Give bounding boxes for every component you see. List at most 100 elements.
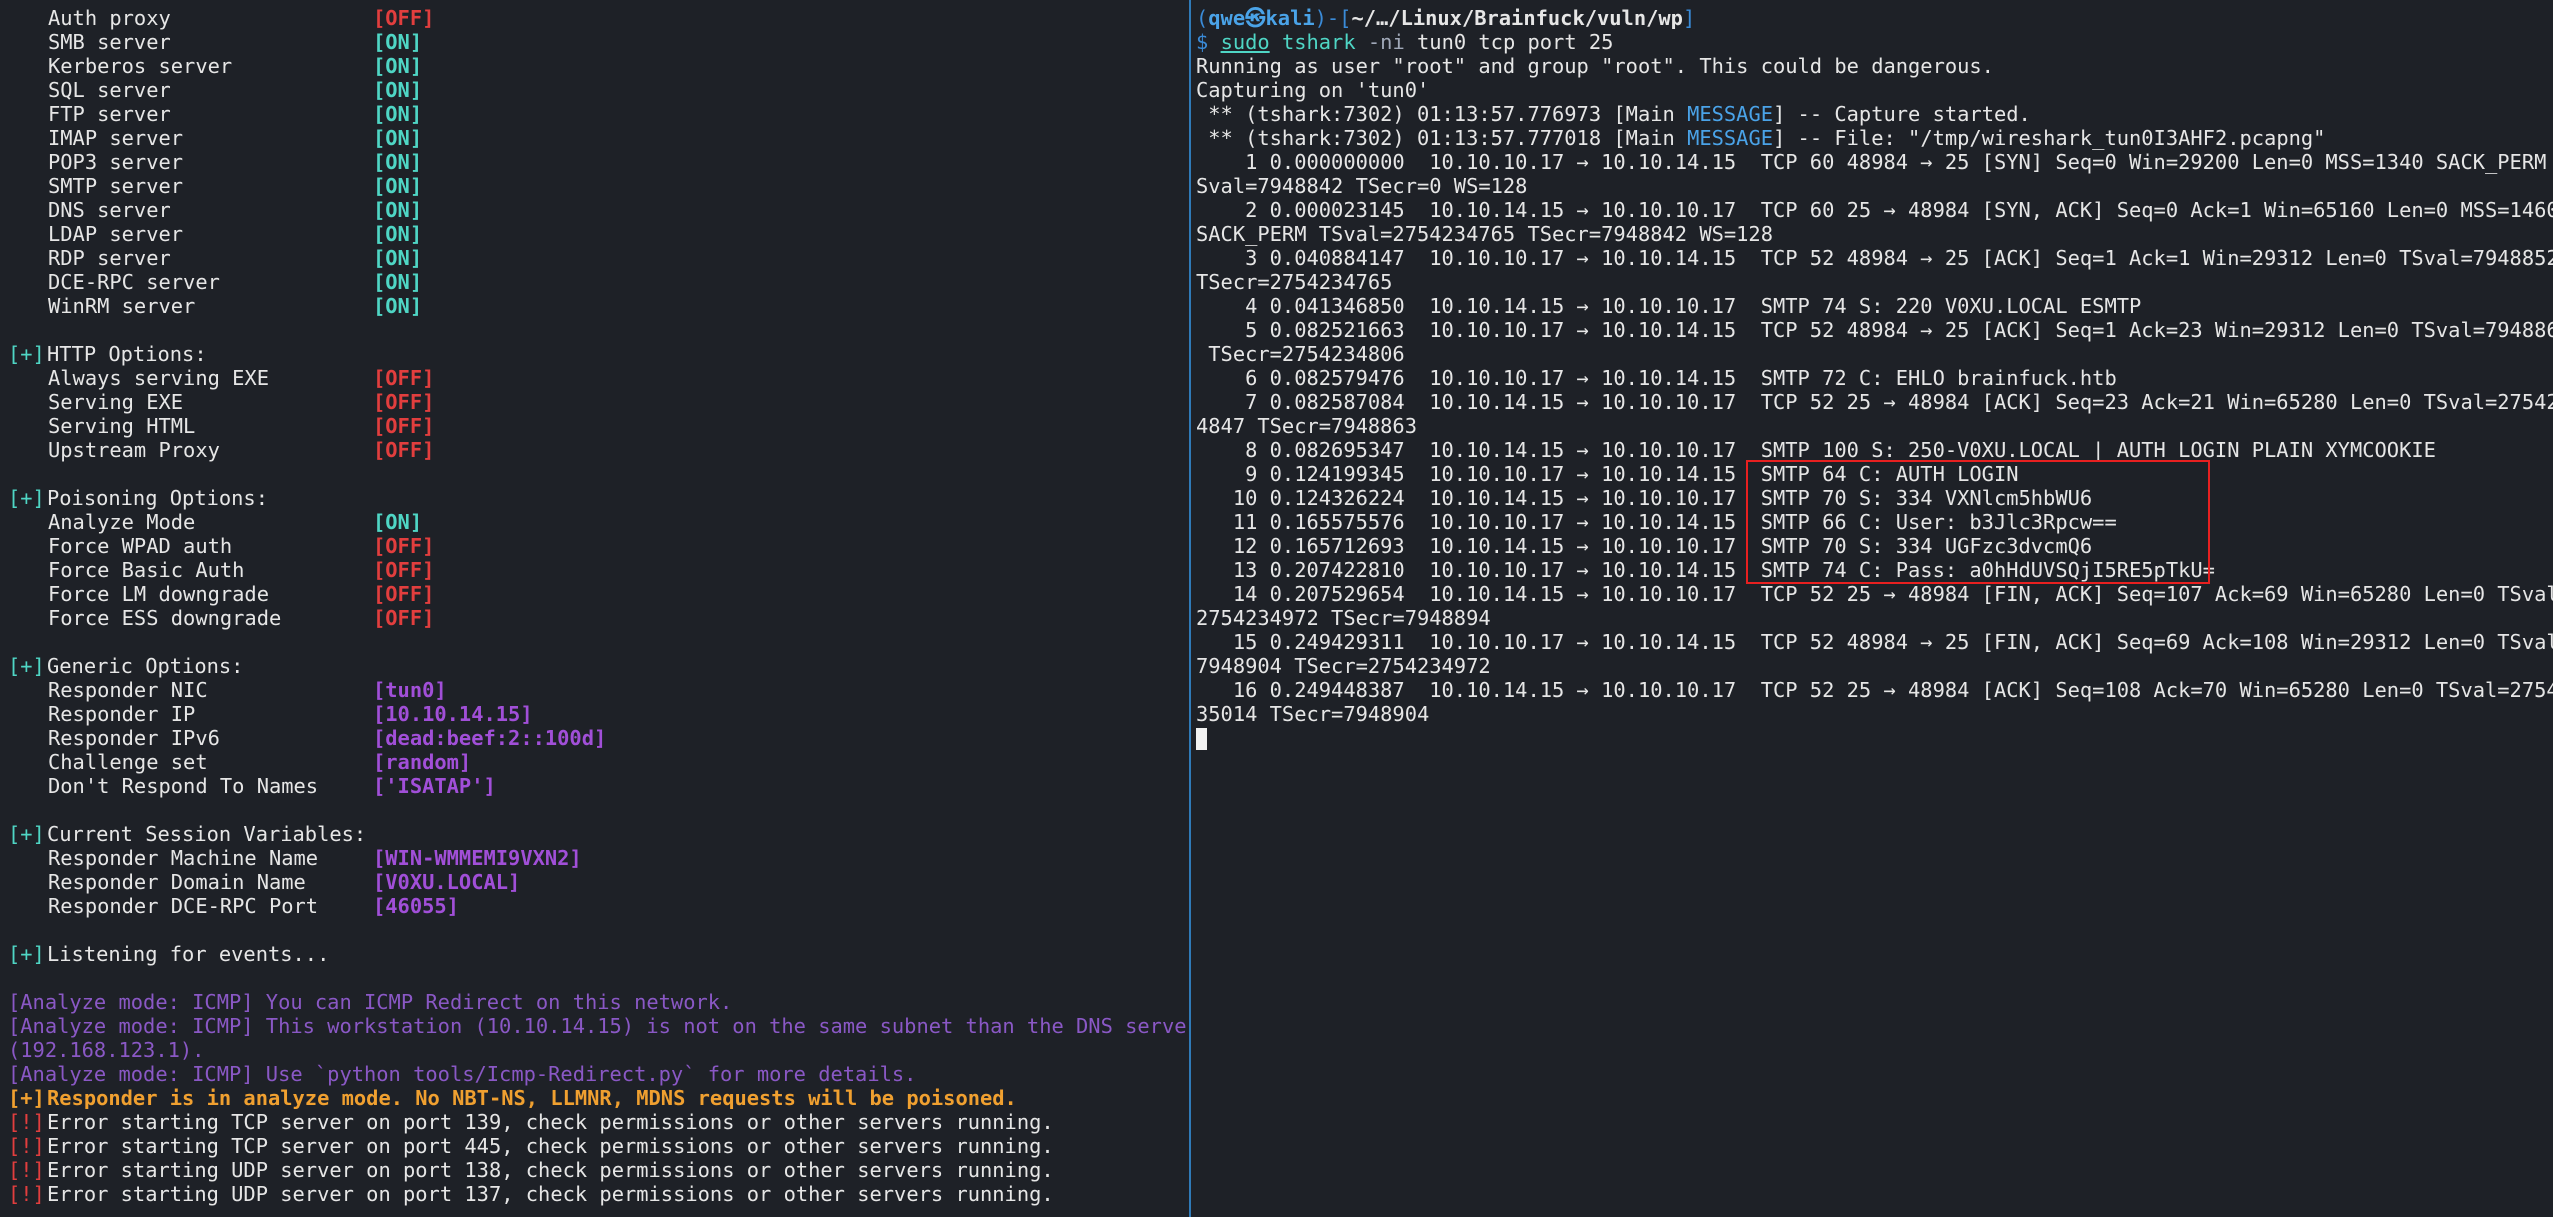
option-label: Responder Domain Name bbox=[48, 870, 306, 894]
message-prefix: ** (tshark:7302) 01:13:57.777018 [Main bbox=[1196, 126, 1688, 150]
log-line: [Analyze mode: ICMP] You can ICMP Redire… bbox=[8, 990, 733, 1014]
section-title: Poisoning Options: bbox=[47, 486, 268, 510]
command-flag: -ni bbox=[1367, 30, 1405, 54]
option-label: Force Basic Auth bbox=[48, 558, 245, 582]
message-line: ** (tshark:7302) 01:13:57.776973 [Main M… bbox=[1196, 102, 2553, 126]
option-label: Responder Machine Name bbox=[48, 846, 319, 870]
option-label: Force LM downgrade bbox=[48, 582, 269, 606]
packet-line: 14 0.207529654 10.10.14.15 → 10.10.10.17… bbox=[1196, 582, 2553, 606]
shell-prompt: (qwe㉿kali)-[~/…/Linux/Brainfuck/vuln/wp] bbox=[1196, 6, 2553, 30]
http-options-section: [+] HTTP Options: Always serving EXE [OFF]… bbox=[0, 342, 1188, 462]
status-badge: [ON] bbox=[373, 30, 423, 54]
listening-line: [+] Listening for events... bbox=[0, 942, 1188, 966]
section-title: Current Session Variables: bbox=[47, 822, 367, 846]
message-tag: MESSAGE bbox=[1687, 102, 1773, 126]
plus-marker: [+] bbox=[8, 342, 45, 366]
error-marker: [!] bbox=[8, 1158, 45, 1182]
error-line: [!] Error starting TCP server on port 139… bbox=[0, 1110, 1188, 1134]
listening-text: Listening for events... bbox=[47, 942, 330, 966]
pane-divider[interactable] bbox=[1189, 0, 1191, 1217]
option-value: [WIN-WMMEMI9VXN2] bbox=[373, 846, 582, 870]
packet-line: Sval=7948842 TSecr=0 WS=128 bbox=[1196, 174, 1528, 198]
server-label: SMB server bbox=[48, 30, 171, 54]
option-value: [10.10.14.15] bbox=[373, 702, 533, 726]
status-badge: [ON] bbox=[373, 270, 423, 294]
packet-line: 4 0.041346850 10.10.14.15 → 10.10.10.17 … bbox=[1196, 294, 2142, 318]
option-value: [tun0] bbox=[373, 678, 447, 702]
server-label: RDP server bbox=[48, 246, 171, 270]
generic-options-section: [+] Generic Options: Responder NIC [tun0] … bbox=[0, 654, 1188, 798]
packet-line: 16 0.249448387 10.10.14.15 → 10.10.10.17… bbox=[1196, 678, 2553, 702]
option-label: Challenge set bbox=[48, 750, 208, 774]
option-label: Force WPAD auth bbox=[48, 534, 233, 558]
log-line: (192.168.123.1). bbox=[8, 1038, 205, 1062]
prompt-bracket: ( bbox=[1196, 6, 1209, 30]
error-text: Error starting UDP server on port 137, c… bbox=[47, 1182, 1054, 1206]
status-badge: [ON] bbox=[373, 294, 423, 318]
status-badge: [OFF] bbox=[373, 6, 435, 30]
tshark-terminal-pane[interactable]: (qwe㉿kali)-[~/…/Linux/Brainfuck/vuln/wp]… bbox=[1196, 0, 2553, 1217]
server-label: WinRM server bbox=[48, 294, 196, 318]
server-row-sql: SQL server [ON] bbox=[0, 78, 1188, 102]
responder-terminal-pane[interactable]: Auth proxy [OFF] SMB server [ON] Kerberos … bbox=[0, 0, 1188, 1217]
server-row-smb: SMB server [ON] bbox=[0, 30, 1188, 54]
option-row: Don't Respond To Names ['ISATAP'] bbox=[0, 774, 1188, 798]
option-label: Analyze Mode bbox=[48, 510, 196, 534]
error-line: [!] Error starting UDP server on port 138… bbox=[0, 1158, 1188, 1182]
packet-line: 2 0.000023145 10.10.14.15 → 10.10.10.17 … bbox=[1196, 198, 2553, 222]
option-row: Responder NIC [tun0] bbox=[0, 678, 1188, 702]
error-text: Error starting UDP server on port 138, c… bbox=[47, 1158, 1054, 1182]
server-row-dce-rpc: DCE-RPC server [ON] bbox=[0, 270, 1188, 294]
server-label: SMTP server bbox=[48, 174, 184, 198]
terminal-cursor bbox=[1196, 728, 1207, 750]
prompt-path: ~/…/Linux/Brainfuck/vuln/wp bbox=[1351, 6, 1683, 30]
status-badge: [ON] bbox=[373, 54, 423, 78]
section-header: [+] HTTP Options: bbox=[0, 342, 1188, 366]
server-label: SQL server bbox=[48, 78, 171, 102]
server-row-ldap: LDAP server [ON] bbox=[0, 222, 1188, 246]
option-label: Responder IPv6 bbox=[48, 726, 220, 750]
command-line: $ sudo tshark -ni tun0 tcp port 25 bbox=[1196, 30, 2553, 54]
packet-line: 3 0.040884147 10.10.10.17 → 10.10.14.15 … bbox=[1196, 246, 2553, 270]
packet-line: TSecr=2754234765 bbox=[1196, 270, 1393, 294]
option-row: Responder IPv6 [dead:beef:2::100d] bbox=[0, 726, 1188, 750]
prompt-host: kali bbox=[1265, 6, 1315, 30]
server-label: LDAP server bbox=[48, 222, 184, 246]
status-badge: [OFF] bbox=[373, 534, 435, 558]
packet-line: TSecr=2754234806 bbox=[1196, 342, 1405, 366]
packet-line: 4847 TSecr=7948863 bbox=[1196, 414, 1417, 438]
status-badge: [ON] bbox=[373, 150, 423, 174]
server-row-smtp: SMTP server [ON] bbox=[0, 174, 1188, 198]
error-log: [!] Error starting TCP server on port 139… bbox=[0, 1110, 1188, 1206]
status-badge: [OFF] bbox=[373, 558, 435, 582]
option-label: Responder NIC bbox=[48, 678, 208, 702]
option-row: Responder Machine Name [WIN-WMMEMI9VXN2] bbox=[0, 846, 1188, 870]
status-badge: [OFF] bbox=[373, 414, 435, 438]
packet-line: 8 0.082695347 10.10.14.15 → 10.10.10.17 … bbox=[1196, 438, 2436, 462]
section-header: [+] Current Session Variables: bbox=[0, 822, 1188, 846]
status-badge: [ON] bbox=[373, 246, 423, 270]
option-row: Serving HTML [OFF] bbox=[0, 414, 1188, 438]
warning-line: [+] Responder is in analyze mode. No NBT-… bbox=[0, 1086, 1188, 1110]
server-label: POP3 server bbox=[48, 150, 184, 174]
packet-line: 6 0.082579476 10.10.10.17 → 10.10.14.15 … bbox=[1196, 366, 2117, 390]
packet-line: 2754234972 TSecr=7948894 bbox=[1196, 606, 1491, 630]
section-header: [+] Poisoning Options: bbox=[0, 486, 1188, 510]
option-label: Responder IP bbox=[48, 702, 196, 726]
warning-text: Responder is in analyze mode. No NBT-NS,… bbox=[47, 1086, 1017, 1110]
log-line: [Analyze mode: ICMP] Use `python tools/I… bbox=[8, 1062, 917, 1086]
packet-line: 35014 TSecr=7948904 bbox=[1196, 702, 1430, 726]
packet-line: 5 0.082521663 10.10.10.17 → 10.10.14.15 … bbox=[1196, 318, 2553, 342]
option-row: Responder Domain Name [V0XU.LOCAL] bbox=[0, 870, 1188, 894]
option-value: [dead:beef:2::100d] bbox=[373, 726, 607, 750]
plus-marker: [+] bbox=[8, 486, 45, 510]
status-badge: [ON] bbox=[373, 198, 423, 222]
server-label: DNS server bbox=[48, 198, 171, 222]
servers-section: Auth proxy [OFF] SMB server [ON] Kerberos … bbox=[0, 6, 1188, 318]
status-badge: [ON] bbox=[373, 78, 423, 102]
prompt-bracket: )-[ bbox=[1314, 6, 1352, 30]
cursor-line[interactable] bbox=[1196, 726, 2553, 750]
prompt-dollar: $ bbox=[1196, 30, 1221, 54]
message-tag: MESSAGE bbox=[1687, 126, 1773, 150]
command-sudo: sudo bbox=[1220, 30, 1270, 54]
